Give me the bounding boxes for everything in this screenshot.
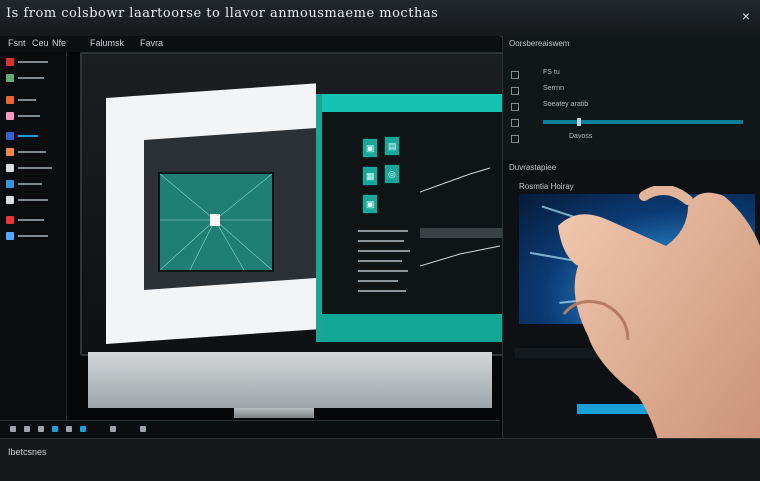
layer-icon: [6, 180, 14, 188]
sidebar-item-label: [18, 115, 40, 117]
settings-icon[interactable]: [140, 426, 146, 432]
tool-icon[interactable]: ▤: [384, 136, 400, 156]
tool-icon[interactable]: ▣: [362, 194, 378, 214]
property-row[interactable]: Soeatey aratib: [509, 100, 753, 112]
monitor-stand: [234, 408, 314, 418]
status-bar: Ibetcsnes: [0, 438, 760, 481]
sidebar-item[interactable]: [4, 96, 62, 104]
sidebar-item-label: [18, 183, 42, 185]
zoom-icon[interactable]: [110, 426, 116, 432]
sidebar-item-label: [18, 61, 48, 63]
sidebar-item[interactable]: [4, 180, 62, 188]
tool-icon[interactable]: ◎: [384, 164, 400, 184]
status-text: Ibetcsnes: [8, 447, 47, 457]
sidebar-item-label: [18, 199, 48, 201]
list-item[interactable]: [358, 230, 408, 232]
panel-footer: [322, 314, 510, 342]
tool-icon[interactable]: ▦: [362, 166, 378, 186]
window-title: Is from colsbowr laartoorse to llavor an…: [6, 6, 439, 21]
checkbox[interactable]: [511, 119, 519, 127]
property-label: Serrnn: [543, 85, 565, 92]
sidebar-item-label: [18, 235, 48, 237]
sidebar-item-label: [18, 77, 44, 79]
marker-icon[interactable]: [80, 426, 86, 432]
property-row[interactable]: Davoss: [509, 132, 753, 144]
monitor: ▣ ▤ ▦ ◎ ▣: [70, 52, 510, 422]
close-icon[interactable]: ×: [742, 8, 750, 24]
hand-image: [558, 186, 760, 480]
list-item[interactable]: [358, 280, 398, 282]
list-item[interactable]: [358, 260, 402, 262]
waveform-lines: [420, 167, 510, 267]
sidebar-item[interactable]: [4, 74, 62, 82]
layer-icon: [6, 216, 14, 224]
play-icon[interactable]: [24, 426, 30, 432]
layer-icon: [6, 132, 14, 140]
layer-icon: [6, 58, 14, 66]
sidebar-item[interactable]: [4, 232, 62, 240]
sidebar-item-label: [18, 219, 44, 221]
monitor-screen: ▣ ▤ ▦ ◎ ▣: [80, 52, 510, 356]
loop-icon[interactable]: [66, 426, 72, 432]
property-label: Soeatey aratib: [543, 101, 589, 108]
stop-icon[interactable]: [38, 426, 44, 432]
checkbox[interactable]: [511, 135, 519, 143]
checkbox[interactable]: [511, 87, 519, 95]
menu-item[interactable]: Fsnt: [8, 38, 26, 48]
panel-title: Oorsbereaiswem: [509, 39, 570, 48]
sidebar-item-label: [18, 135, 38, 137]
transport-bar: [0, 420, 500, 439]
monitor-chin: [88, 352, 492, 408]
sidebar-item[interactable]: [4, 164, 62, 172]
layer-icon: [6, 74, 14, 82]
title-bar: Is from colsbowr laartoorse to llavor an…: [0, 0, 760, 37]
layer-icon: [6, 148, 14, 156]
sidebar-item[interactable]: [4, 196, 62, 204]
property-row[interactable]: Serrnn: [509, 84, 753, 96]
panel-title: Duvrastapiee: [509, 163, 557, 172]
sidebar-item[interactable]: [4, 216, 62, 224]
slider-handle[interactable]: [577, 118, 581, 126]
list-item[interactable]: [358, 240, 404, 242]
menu-item[interactable]: Nfe: [52, 38, 66, 48]
document-icon: [210, 214, 220, 226]
app-panel: ▣ ▤ ▦ ◎ ▣: [316, 94, 510, 342]
property-slider-row[interactable]: [509, 116, 753, 128]
record-icon[interactable]: [52, 426, 58, 432]
layer-icon: [6, 164, 14, 172]
panel-header: [322, 94, 510, 112]
sidebar-item[interactable]: [4, 58, 62, 66]
property-row[interactable]: FS tu: [509, 68, 753, 80]
sidebar-item[interactable]: [4, 112, 62, 120]
checkbox[interactable]: [511, 103, 519, 111]
layer-icon: [6, 196, 14, 204]
checkbox[interactable]: [511, 71, 519, 79]
sidebar-item-label: [18, 151, 46, 153]
tool-icon[interactable]: ▣: [362, 138, 378, 158]
property-slider[interactable]: [543, 118, 743, 126]
sidebar-item-label: [18, 99, 36, 101]
sidebar-item-label: [18, 167, 52, 169]
sidebar-item[interactable]: [4, 132, 62, 140]
list-item[interactable]: [358, 290, 406, 292]
list-item[interactable]: [358, 270, 408, 272]
menu-item[interactable]: Favra: [140, 38, 163, 48]
sidebar-item[interactable]: [4, 148, 62, 156]
properties-panel: Oorsbereaiswem FS tu Serrnn Soeatey arat…: [502, 36, 760, 160]
list-item[interactable]: [358, 250, 410, 252]
menu-bar: Fsnt Ceu Nfe Falumsk Favra: [0, 36, 500, 52]
layer-icon: [6, 232, 14, 240]
canvas-preview[interactable]: [158, 172, 274, 272]
sidebar: [0, 52, 67, 442]
property-label: FS tu: [543, 69, 560, 76]
menu-item[interactable]: Falumsk: [90, 38, 124, 48]
layer-icon: [6, 96, 14, 104]
layer-icon: [6, 112, 14, 120]
rewind-icon[interactable]: [10, 426, 16, 432]
property-label: Davoss: [569, 133, 593, 140]
menu-item[interactable]: Ceu: [32, 38, 49, 48]
